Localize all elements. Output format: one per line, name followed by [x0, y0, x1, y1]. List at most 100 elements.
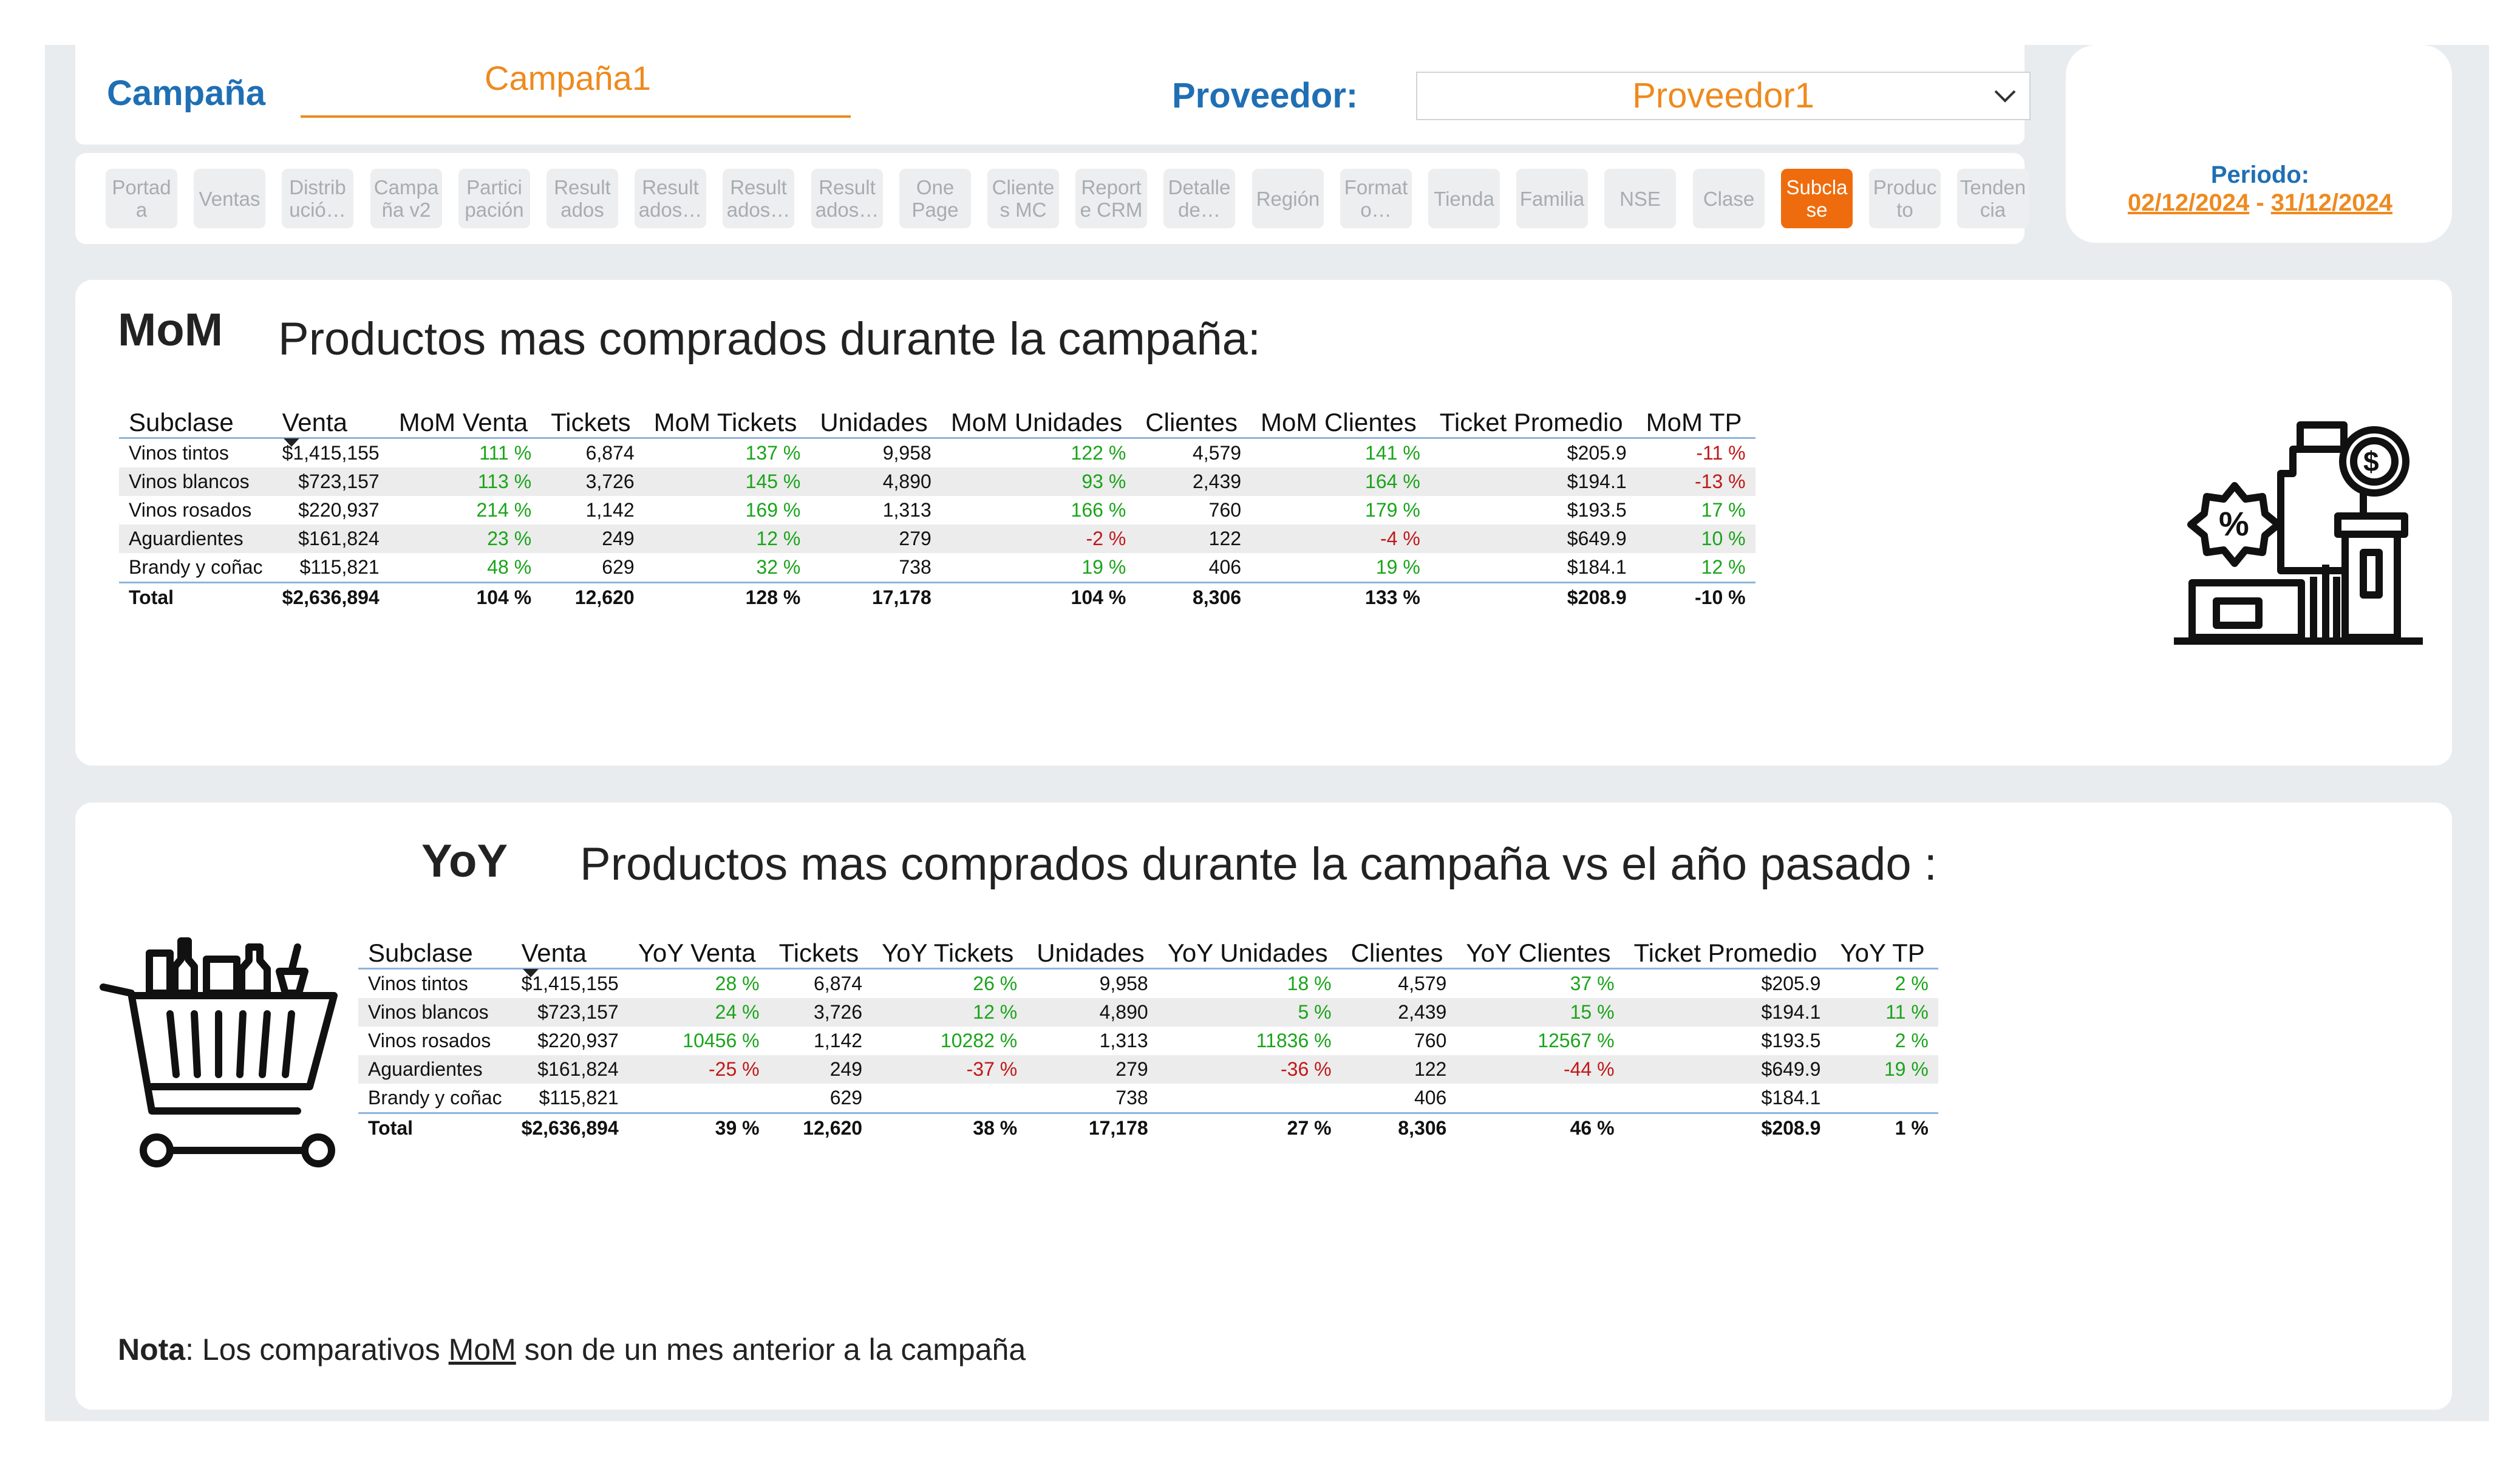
column-header[interactable]: Venta: [273, 392, 389, 447]
campana-field[interactable]: Campaña1: [301, 58, 851, 117]
nav-button[interactable]: Clase: [1693, 169, 1765, 228]
sort-desc-icon[interactable]: [522, 969, 539, 977]
nav-button[interactable]: Result ados…: [635, 169, 706, 228]
total-cell: Total: [368, 1117, 414, 1139]
column-header[interactable]: Subclase: [358, 923, 512, 969]
column-header[interactable]: MoM Clientes: [1251, 392, 1430, 438]
column-header[interactable]: YoY Clientes: [1456, 923, 1624, 969]
yoy-tag: YoY: [421, 835, 508, 887]
column-header[interactable]: Unidades: [810, 392, 941, 438]
nav-button[interactable]: Región: [1252, 169, 1324, 228]
column-header[interactable]: YoY Unidades: [1158, 923, 1341, 969]
column-header-label: Subclase: [368, 939, 473, 967]
column-header[interactable]: Unidades: [1027, 923, 1157, 969]
table-row[interactable]: Vinos rosados $220,937 214 % 1,142 169 % 1,31…: [119, 496, 1755, 525]
column-header[interactable]: Ticket Promedio: [1430, 392, 1636, 438]
proveedor-dropdown[interactable]: Proveedor1: [1416, 72, 2031, 120]
periodo-start[interactable]: 02/12/2024: [2128, 189, 2249, 216]
column-header[interactable]: Venta: [512, 923, 628, 977]
table-cell: $723,157: [272, 467, 389, 496]
column-header[interactable]: YoY TP: [1830, 923, 1938, 969]
total-cell: 133 %: [1365, 586, 1420, 608]
table-cell: 10282 %: [940, 1030, 1018, 1051]
total-cell: 39 %: [715, 1117, 760, 1139]
nav-button[interactable]: Subcla se: [1781, 169, 1853, 228]
table-cell: 11 %: [1830, 998, 1938, 1027]
table-row[interactable]: Vinos tintos $1,415,155 111 % 6,874 137 % 9,9…: [119, 438, 1755, 468]
nav-button[interactable]: Tienda: [1428, 169, 1500, 228]
campana-underline: [301, 115, 851, 118]
table-cell: 406: [1414, 1087, 1447, 1109]
table-cell: -4 %: [1251, 525, 1430, 553]
column-header[interactable]: Clientes: [1136, 392, 1251, 438]
nav-button[interactable]: NSE: [1604, 169, 1676, 228]
column-header[interactable]: YoY Venta: [628, 923, 769, 969]
shopping-cart-icon: [100, 937, 338, 1167]
table-cell: Vinos blancos: [358, 998, 512, 1027]
table-cell: 629: [829, 1087, 863, 1109]
table-cell: Vinos tintos: [368, 973, 468, 994]
nav-button[interactable]: Format o…: [1340, 169, 1412, 228]
column-header[interactable]: YoY Tickets: [872, 923, 1027, 969]
table-cell: -25 %: [628, 1055, 769, 1084]
nav-button[interactable]: Result ados…: [811, 169, 883, 228]
table-cell: 2 %: [1895, 1030, 1929, 1051]
column-header[interactable]: MoM Unidades: [941, 392, 1136, 438]
column-header[interactable]: Clientes: [1341, 923, 1457, 969]
table-cell: 19 %: [1375, 556, 1420, 578]
table-cell: 19 %: [1081, 556, 1126, 578]
table-cell: [872, 1084, 1027, 1113]
table-row[interactable]: Vinos rosados $220,937 10456 % 1,142 10282 %…: [358, 1027, 1938, 1055]
nav-button[interactable]: Campa ña v2: [370, 169, 442, 228]
nav-button[interactable]: Tenden cia: [1957, 169, 2029, 228]
nav-button[interactable]: Report e CRM: [1075, 169, 1147, 228]
table-cell: -37 %: [872, 1055, 1027, 1084]
nav-button[interactable]: Result ados: [547, 169, 618, 228]
nav-button[interactable]: Distrib ució…: [282, 169, 353, 228]
nav-button[interactable]: Cliente s MC: [987, 169, 1059, 228]
nav-button[interactable]: Partici pación: [458, 169, 530, 228]
table-row[interactable]: Aguardientes $161,824 23 % 249 12 % 279 -2 % 12…: [119, 525, 1755, 553]
total-cell: 12,620: [574, 586, 635, 608]
table-row[interactable]: Brandy y coñac $115,821 629 738 406 $184.1: [358, 1084, 1938, 1113]
column-header-label: Subclase: [129, 408, 234, 436]
column-header[interactable]: Subclase: [119, 392, 273, 438]
mom-tag: MoM: [118, 304, 223, 356]
nav-button[interactable]: Familia: [1516, 169, 1588, 228]
column-header[interactable]: MoM Tickets: [644, 392, 811, 438]
table-cell: $723,157: [511, 998, 628, 1027]
footnote: Nota: Los comparativos MoM son de un mes…: [118, 1332, 1026, 1367]
total-cell: Total: [129, 586, 174, 608]
table-row[interactable]: Vinos tintos $1,415,155 28 % 6,874 26 % 9,958…: [358, 969, 1938, 999]
column-header-label: Ticket Promedio: [1439, 408, 1623, 436]
table-row[interactable]: Brandy y coñac $115,821 48 % 629 32 % 738 19 %…: [119, 553, 1755, 583]
sort-desc-icon[interactable]: [283, 438, 299, 447]
table-cell: 145 %: [644, 467, 811, 496]
nav-button[interactable]: Ventas: [194, 169, 265, 228]
table-row[interactable]: Vinos blancos $723,157 113 % 3,726 145 % 4,89…: [119, 467, 1755, 496]
column-header[interactable]: MoM TP: [1636, 392, 1755, 438]
table-cell: 2,439: [1136, 467, 1251, 496]
table-row[interactable]: Vinos blancos $723,157 24 % 3,726 12 % 4,890 5…: [358, 998, 1938, 1027]
footnote-mom: MoM: [448, 1333, 516, 1367]
total-cell: -10 %: [1694, 586, 1746, 608]
table-total-row: Total $2,636,894 39 % 12,620 38 % 17,178 27 % 8…: [358, 1113, 1938, 1143]
nav-button[interactable]: Result ados…: [723, 169, 794, 228]
nav-button[interactable]: Produc to: [1869, 169, 1941, 228]
table-cell: [1456, 1084, 1624, 1113]
nav-button[interactable]: One Page: [899, 169, 971, 228]
table-row[interactable]: Aguardientes $161,824 -25 % 249 -37 % 279 -36 …: [358, 1055, 1938, 1084]
nav-button[interactable]: Detalle de…: [1163, 169, 1235, 228]
periodo-end[interactable]: 31/12/2024: [2271, 189, 2392, 216]
table-cell: 279: [1027, 1055, 1158, 1084]
table-cell: $184.1: [1761, 1087, 1821, 1109]
yoy-table: Subclase Venta YoY Venta Tickets YoY Tickets…: [358, 923, 1938, 1143]
column-header[interactable]: MoM Venta: [389, 392, 541, 438]
column-header[interactable]: Ticket Promedio: [1624, 923, 1831, 969]
column-header[interactable]: Tickets: [769, 923, 872, 969]
table-cell: 760: [1414, 1030, 1447, 1051]
table-cell: 5 %: [1157, 998, 1341, 1027]
nav-button[interactable]: Portad a: [106, 169, 177, 228]
column-header[interactable]: Tickets: [541, 392, 644, 438]
column-header-label: Clientes: [1145, 408, 1238, 436]
